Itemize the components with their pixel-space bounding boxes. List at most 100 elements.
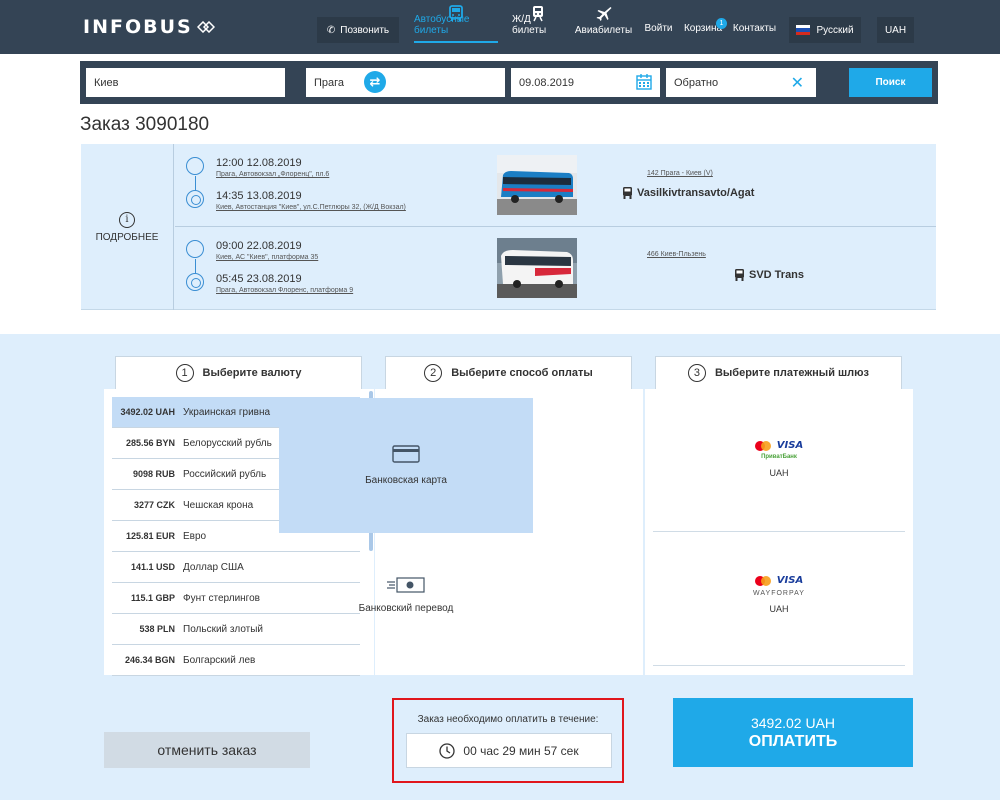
order-title: Заказ 3090180 [80, 114, 210, 135]
currency-name: Фунт стерлингов [183, 592, 260, 604]
carrier-label: SVD Trans [749, 269, 805, 281]
bank-card-label: Банковская карта [365, 475, 447, 486]
gateway-divider [653, 531, 905, 532]
departure-place-link[interactable]: Киев, АС "Киев", платформа 35 [216, 254, 318, 261]
arrival-dot-icon [186, 190, 204, 208]
plane-icon [596, 7, 611, 21]
nav-air-tickets[interactable]: Авиабилеты [575, 0, 632, 54]
bus-small-icon [735, 269, 744, 281]
gateway-wayforpay[interactable]: VISA WAYFORPAY UAH [653, 575, 905, 614]
trip-details: i ПОДРОБНЕЕ 12:00 12.08.2019 Прага, Авто… [81, 144, 936, 310]
timer-value: 00 час 29 мин 57 сек [463, 743, 579, 758]
return-value: Обратно [674, 76, 719, 89]
gateway-panel [645, 389, 913, 675]
departure-dot-icon [186, 240, 204, 258]
step-number: 3 [687, 364, 706, 382]
cancel-order-button[interactable]: отменить заказ [104, 732, 310, 768]
call-button[interactable]: ✆ Позвонить [317, 17, 399, 43]
gateway-privatbank[interactable]: VISA ПриватБанк UAH [653, 440, 905, 478]
return-date-field[interactable]: Обратно ✕ [666, 68, 816, 97]
pay-button[interactable]: 3492.02 UAH ОПЛАТИТЬ [673, 698, 913, 767]
pay-amount: 3492.02 UAH [750, 714, 836, 731]
swap-cities-icon[interactable]: ⇄ [364, 71, 386, 93]
date-field[interactable]: 09.08.2019 [511, 68, 660, 97]
logo-mark-icon [196, 21, 215, 33]
gateway-currency: UAH [769, 604, 789, 614]
currency-name: Чешская крона [183, 499, 254, 511]
currency-amount: 538 PLN [139, 624, 175, 634]
nav-train-tickets[interactable]: Ж/Д билеты [512, 0, 564, 54]
call-label: Позвонить [340, 24, 390, 36]
route-number-link[interactable]: 142 Прага - Киев (V) [647, 170, 713, 177]
details-toggle[interactable]: i ПОДРОБНЕЕ [81, 144, 174, 310]
carrier-label: Vasilkivtransavto/Agat [637, 187, 755, 199]
infobus-logo[interactable]: INFOBUS [83, 16, 215, 38]
search-bar: Киев Прага ⇄ 09.08.2019 Обратно ✕ Поиск [80, 61, 938, 104]
calendar-icon[interactable] [636, 74, 652, 90]
currency-amount: 125.81 EUR [125, 531, 175, 541]
route-number-link[interactable]: 466 Киев-Пльзень [647, 251, 706, 258]
departure-dot-icon [186, 157, 204, 175]
bank-card-option[interactable]: Банковская карта [279, 398, 533, 533]
arrival-place-link[interactable]: Киев, Автостанция "Киев", ул.С.Петлюры 3… [216, 204, 406, 211]
currency-selector[interactable]: UAH [877, 17, 914, 43]
visa-icon: VISA [776, 440, 804, 451]
arrival-time: 14:35 13.08.2019 [216, 190, 302, 202]
currency-name: Украинская гривна [183, 406, 271, 418]
arrival-time: 05:45 23.08.2019 [216, 273, 302, 285]
nav-contacts[interactable]: Контакты [732, 0, 777, 54]
nav-bus-tickets[interactable]: Автобусные билеты [414, 0, 498, 54]
payment-logos: VISA [754, 575, 803, 586]
language-label: Русский [816, 24, 854, 36]
currency-name: Российский рубль [183, 468, 267, 480]
currency-name: Доллар США [183, 561, 244, 573]
bus-photo [497, 155, 577, 215]
privatbank-logo: ПриватБанк [761, 454, 797, 460]
logo-text: INFOBUS [83, 16, 193, 38]
nav-login-label: Войти [644, 23, 673, 34]
carrier-name: Vasilkivtransavto/Agat [622, 187, 754, 199]
nav-login[interactable]: Войти [644, 0, 673, 54]
cart-count-badge: 1 [716, 18, 727, 29]
step-number: 2 [424, 364, 443, 382]
from-city-value: Киев [94, 76, 119, 89]
currency-option[interactable]: 246.34 BGN Болгарский лев [112, 645, 360, 676]
step-label: Выберите платежный шлюз [714, 367, 870, 379]
clock-icon [439, 742, 456, 759]
to-city-value: Прага [314, 76, 345, 89]
russian-flag-icon [796, 25, 811, 35]
bank-transfer-label: Банковский перевод [358, 603, 454, 614]
to-city-field[interactable]: Прага [306, 68, 505, 97]
language-selector[interactable]: Русский [789, 17, 861, 43]
bank-transfer-option[interactable]: Банковский перевод [279, 570, 533, 620]
gateway-divider [653, 665, 905, 666]
departure-time: 12:00 12.08.2019 [216, 157, 302, 169]
mastercard-icon [754, 575, 771, 586]
departure-place-link[interactable]: Прага, Автовокзал „Флоренц", пл.6 [216, 171, 329, 178]
timer-label: Заказ необходимо оплатить в течение: [417, 714, 599, 725]
bus-icon [449, 5, 463, 21]
currency-amount: 3277 CZK [133, 500, 175, 510]
nav-cart[interactable]: Корзина 1 [684, 0, 727, 54]
timer-display: 00 час 29 мин 57 сек [406, 733, 612, 768]
clear-return-icon[interactable]: ✕ [791, 73, 804, 93]
arrival-place-link[interactable]: Прага, Автовокзал Флоренс, платформа 9 [216, 287, 353, 294]
date-value: 09.08.2019 [519, 76, 575, 89]
search-button[interactable]: Поиск [849, 68, 932, 97]
payment-timer: Заказ необходимо оплатить в течение: 00 … [392, 698, 624, 783]
currency-label: UAH [884, 24, 907, 36]
departure-time: 09:00 22.08.2019 [216, 240, 302, 252]
credit-card-icon [392, 445, 420, 463]
currency-amount: 3492.02 UAH [120, 407, 175, 417]
from-city-field[interactable]: Киев [86, 68, 285, 97]
nav-contacts-label: Контакты [732, 23, 777, 34]
step-number: 1 [175, 364, 194, 382]
pay-label: ОПЛАТИТЬ [748, 732, 838, 750]
phone-icon: ✆ [326, 24, 336, 36]
currency-name: Белорусский рубль [183, 437, 272, 449]
trip-leg-1: 12:00 12.08.2019 Прага, Автовокзал „Флор… [175, 144, 936, 227]
step-choose-currency: 1 Выберите валюту [115, 356, 362, 389]
bank-transfer-icon [387, 577, 425, 593]
step-label: Выберите способ оплаты [451, 367, 593, 379]
top-navbar: INFOBUS ✆ Позвонить Автобусные билеты Ж/… [0, 0, 1000, 54]
